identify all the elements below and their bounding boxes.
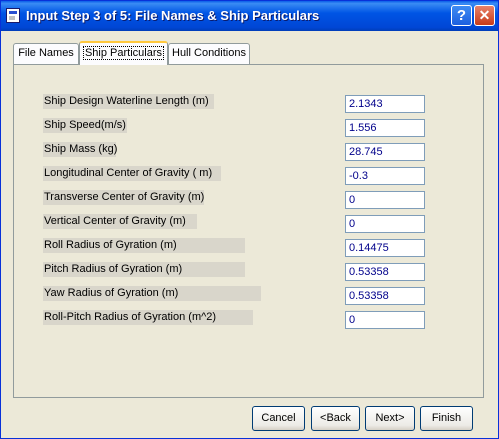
title-bar[interactable]: Input Step 3 of 5: File Names & Ship Par…	[1, 1, 498, 31]
window-title: Input Step 3 of 5: File Names & Ship Par…	[26, 8, 320, 23]
tab-file-names[interactable]: File Names	[13, 43, 79, 64]
roll-pitch-radius-label: Roll-Pitch Radius of Gyration (m^2)	[43, 310, 253, 325]
waterline-length-label: Ship Design Waterline Length (m)	[43, 94, 214, 109]
ship-speed-input[interactable]	[345, 119, 425, 137]
pitch-radius-label: Pitch Radius of Gyration (m)	[43, 262, 245, 277]
vertical-cog-input[interactable]	[345, 215, 425, 233]
waterline-length-input[interactable]	[345, 95, 425, 113]
yaw-radius-label: Yaw Radius of Gyration (m)	[43, 286, 261, 301]
next-button[interactable]: Next>	[365, 406, 415, 431]
roll-radius-label: Roll Radius of Gyration (m)	[43, 238, 245, 253]
ship-mass-input[interactable]	[345, 143, 425, 161]
transverse-cog-label: Transverse Center of Gravity (m)	[43, 190, 205, 205]
yaw-radius-input[interactable]	[345, 287, 425, 305]
tab-ship-particulars-label: Ship Particulars	[82, 46, 165, 60]
ship-mass-label: Ship Mass (kg)	[43, 142, 118, 157]
vertical-cog-label: Vertical Center of Gravity (m)	[43, 214, 197, 229]
tab-hull-conditions[interactable]: Hull Conditions	[168, 43, 250, 64]
tab-ship-particulars[interactable]: Ship Particulars	[79, 41, 168, 65]
longitudinal-cog-label: Longitudinal Center of Gravity ( m)	[43, 166, 221, 181]
ship-speed-label: Ship Speed(m/s)	[43, 118, 127, 133]
back-button[interactable]: <Back	[311, 406, 360, 431]
pitch-radius-input[interactable]	[345, 263, 425, 281]
help-button[interactable]: ?	[451, 5, 472, 26]
finish-button[interactable]: Finish	[420, 406, 473, 431]
cancel-button[interactable]: Cancel	[252, 406, 305, 431]
longitudinal-cog-input[interactable]	[345, 167, 425, 185]
dialog-window: Input Step 3 of 5: File Names & Ship Par…	[0, 0, 499, 439]
roll-pitch-radius-input[interactable]	[345, 311, 425, 329]
app-icon	[6, 8, 20, 23]
transverse-cog-input[interactable]	[345, 191, 425, 209]
close-button[interactable]: ✕	[474, 5, 495, 26]
roll-radius-input[interactable]	[345, 239, 425, 257]
